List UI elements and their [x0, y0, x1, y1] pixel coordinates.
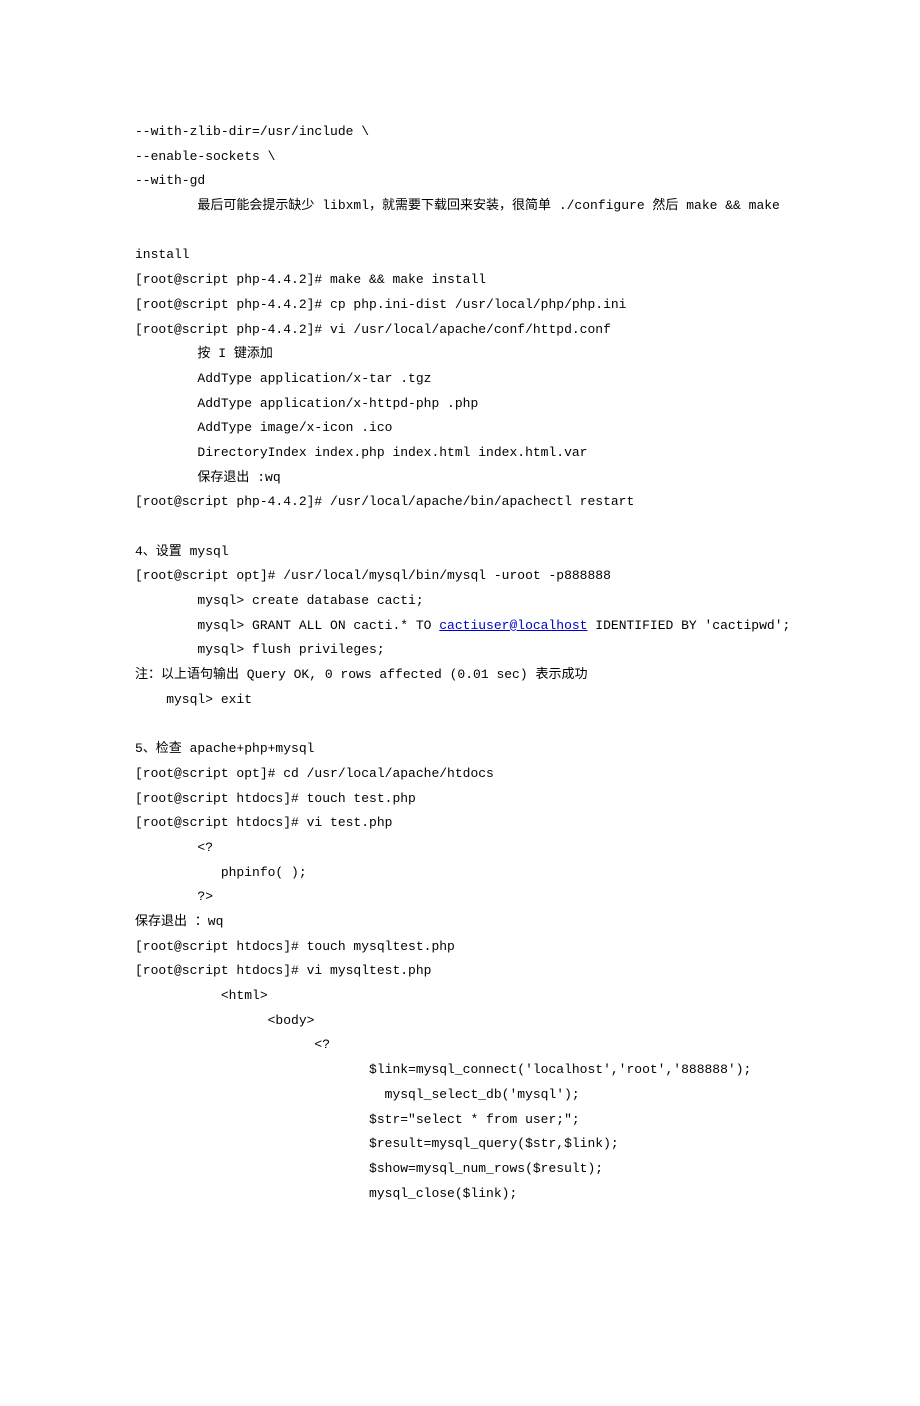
code-line: [root@script php-4.4.2]# vi /usr/local/a… [135, 318, 785, 343]
code-line: mysql> GRANT ALL ON cacti.* TO cactiuser… [135, 614, 785, 639]
code-line: mysql> flush privileges; [135, 638, 785, 663]
code-line: --enable-sockets \ [135, 145, 785, 170]
document-body: --with-zlib-dir=/usr/include \--enable-s… [135, 120, 785, 1206]
code-line: [root@script php-4.4.2]# cp php.ini-dist… [135, 293, 785, 318]
code-line: phpinfo( ); [135, 861, 785, 886]
code-line: $str="select * from user;"; [135, 1108, 785, 1133]
code-line: <html> [135, 984, 785, 1009]
code-line: 保存退出 :wq [135, 466, 785, 491]
code-line: --with-gd [135, 169, 785, 194]
code-line: --with-zlib-dir=/usr/include \ [135, 120, 785, 145]
code-line [135, 713, 785, 738]
code-line: [root@script htdocs]# touch test.php [135, 787, 785, 812]
code-line: [root@script php-4.4.2]# make && make in… [135, 268, 785, 293]
code-line: [root@script opt]# cd /usr/local/apache/… [135, 762, 785, 787]
code-line: 最后可能会提示缺少 libxml，就需要下载回来安装，很简单 ./configu… [135, 194, 785, 219]
code-line: [root@script htdocs]# touch mysqltest.ph… [135, 935, 785, 960]
code-line: mysql> exit [135, 688, 785, 713]
code-line: ?> [135, 885, 785, 910]
code-line: [root@script php-4.4.2]# /usr/local/apac… [135, 490, 785, 515]
text-before-link: mysql> GRANT ALL ON cacti.* TO [135, 618, 439, 633]
code-line: <? [135, 836, 785, 861]
code-line: mysql_close($link); [135, 1182, 785, 1207]
code-line [135, 219, 785, 244]
code-line: 保存退出 ：wq [135, 910, 785, 935]
code-line: $show=mysql_num_rows($result); [135, 1157, 785, 1182]
code-line: 注：以上语句输出 Query OK, 0 rows affected (0.01… [135, 663, 785, 688]
code-line: 5、检查 apache+php+mysql [135, 737, 785, 762]
code-line: [root@script htdocs]# vi mysqltest.php [135, 959, 785, 984]
code-line: $link=mysql_connect('localhost','root','… [135, 1058, 785, 1083]
code-line: 4、设置 mysql [135, 540, 785, 565]
code-line: $result=mysql_query($str,$link); [135, 1132, 785, 1157]
code-line: 按 I 键添加 [135, 342, 785, 367]
code-line: mysql> create database cacti; [135, 589, 785, 614]
code-line: <? [135, 1033, 785, 1058]
code-line: <body> [135, 1009, 785, 1034]
code-line: AddType application/x-tar .tgz [135, 367, 785, 392]
code-line: [root@script htdocs]# vi test.php [135, 811, 785, 836]
code-line: mysql_select_db('mysql'); [135, 1083, 785, 1108]
code-line: DirectoryIndex index.php index.html inde… [135, 441, 785, 466]
code-line: install [135, 243, 785, 268]
code-line: AddType image/x-icon .ico [135, 416, 785, 441]
code-line: [root@script opt]# /usr/local/mysql/bin/… [135, 564, 785, 589]
code-line: AddType application/x-httpd-php .php [135, 392, 785, 417]
code-line [135, 515, 785, 540]
text-after-link: IDENTIFIED BY 'cactipwd'; [587, 618, 790, 633]
email-link[interactable]: cactiuser@localhost [439, 618, 587, 633]
